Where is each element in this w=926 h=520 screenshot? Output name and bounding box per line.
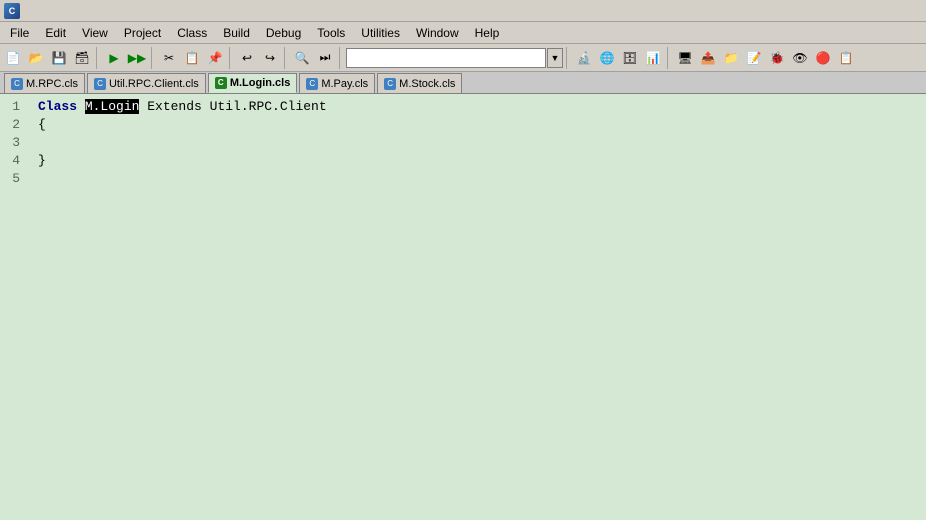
sep1 <box>96 47 100 69</box>
project-button[interactable]: 📁 <box>720 47 742 69</box>
code-token: Extends Util.RPC.Client <box>139 99 326 114</box>
code-line-5 <box>38 170 922 188</box>
find-button[interactable]: 🔍 <box>291 47 313 69</box>
classname-highlight-token: M.Login <box>85 99 140 114</box>
line-num-3: 3 <box>0 134 26 152</box>
tab-M-Stock-cls[interactable]: CM.Stock.cls <box>377 73 462 93</box>
sep5 <box>339 47 343 69</box>
cut-button[interactable]: ✂ <box>158 47 180 69</box>
class-dropdown[interactable] <box>346 48 546 68</box>
save-all-button[interactable]: 🗃 <box>71 47 93 69</box>
menu-item-help[interactable]: Help <box>467 24 508 42</box>
code-token: { <box>38 117 46 132</box>
sep3 <box>229 47 233 69</box>
sep6 <box>566 47 570 69</box>
tab-label: M.Pay.cls <box>321 78 368 90</box>
line-num-5: 5 <box>0 170 26 188</box>
tab-label: Util.RPC.Client.cls <box>109 78 199 90</box>
code-line-1: Class M.Login Extends Util.RPC.Client <box>38 98 922 116</box>
tab-label: M.Stock.cls <box>399 78 455 90</box>
menu-item-tools[interactable]: Tools <box>309 24 353 42</box>
tab-M-Pay-cls[interactable]: CM.Pay.cls <box>299 73 375 93</box>
title-bar: C <box>0 0 926 22</box>
compile-button[interactable]: ▶ <box>103 47 125 69</box>
menu-bar: FileEditViewProjectClassBuildDebugToolsU… <box>0 22 926 44</box>
tab-icon: C <box>11 78 23 90</box>
menu-item-file[interactable]: File <box>2 24 37 42</box>
tabs-bar: CM.RPC.clsCUtil.RPC.Client.clsCM.Login.c… <box>0 72 926 94</box>
tab-label: M.Login.cls <box>230 77 291 89</box>
undo-button[interactable]: ↩ <box>236 47 258 69</box>
tab-icon: C <box>215 77 227 89</box>
tab-M-RPC-cls[interactable]: CM.RPC.cls <box>4 73 85 93</box>
watch-button[interactable]: 👁 <box>789 47 811 69</box>
inspector-button[interactable]: 🔬 <box>573 47 595 69</box>
compile-all-button[interactable]: ▶▶ <box>126 47 148 69</box>
templates-button[interactable]: 📝 <box>743 47 765 69</box>
tab-label: M.RPC.cls <box>26 78 78 90</box>
sep2 <box>151 47 155 69</box>
menu-item-view[interactable]: View <box>74 24 116 42</box>
menu-item-project[interactable]: Project <box>116 24 169 42</box>
menu-item-build[interactable]: Build <box>215 24 258 42</box>
tab-icon: C <box>306 78 318 90</box>
menu-item-window[interactable]: Window <box>408 24 467 42</box>
app-icon: C <box>4 3 20 19</box>
code-line-4: } <box>38 152 922 170</box>
callstack-button[interactable]: 📋 <box>835 47 857 69</box>
output-button[interactable]: 📤 <box>697 47 719 69</box>
keyword-token: Class <box>38 99 85 114</box>
tab-icon: C <box>94 78 106 90</box>
code-token: } <box>38 153 46 168</box>
new-button[interactable]: 📄 <box>2 47 24 69</box>
tab-icon: C <box>384 78 396 90</box>
menu-item-debug[interactable]: Debug <box>258 24 309 42</box>
breakpoints-button[interactable]: 🔴 <box>812 47 834 69</box>
open-button[interactable]: 📂 <box>25 47 47 69</box>
globals-button[interactable]: 🗄 <box>619 47 641 69</box>
debug-button[interactable]: 🐞 <box>766 47 788 69</box>
sep4 <box>284 47 288 69</box>
tab-Util-RPC-Client-cls[interactable]: CUtil.RPC.Client.cls <box>87 73 206 93</box>
redo-button[interactable]: ↪ <box>259 47 281 69</box>
line-num-4: 4 <box>0 152 26 170</box>
line-num-1: 1 <box>0 98 26 116</box>
line-numbers: 12345 <box>0 94 30 520</box>
toolbar: 📄 📂 💾 🗃 ▶ ▶▶ ✂ 📋 📌 ↩ ↪ 🔍 ⏭ ▼ 🔬 🌐 🗄 📊 🖥 📤… <box>0 44 926 72</box>
code-line-2: { <box>38 116 922 134</box>
menu-item-edit[interactable]: Edit <box>37 24 74 42</box>
copy-button[interactable]: 📋 <box>181 47 203 69</box>
editor: 12345 Class M.Login Extends Util.RPC.Cli… <box>0 94 926 520</box>
paste-button[interactable]: 📌 <box>204 47 226 69</box>
sep7 <box>667 47 671 69</box>
class-dropdown-arrow[interactable]: ▼ <box>547 48 563 68</box>
menu-item-class[interactable]: Class <box>169 24 215 42</box>
browser-button[interactable]: 🌐 <box>596 47 618 69</box>
menu-item-utilities[interactable]: Utilities <box>353 24 408 42</box>
workspace-button[interactable]: 🖥 <box>674 47 696 69</box>
tab-M-Login-cls[interactable]: CM.Login.cls <box>208 73 298 93</box>
line-num-2: 2 <box>0 116 26 134</box>
find-next-button[interactable]: ⏭ <box>314 47 336 69</box>
code-line-3 <box>38 134 922 152</box>
save-button[interactable]: 💾 <box>48 47 70 69</box>
code-area[interactable]: Class M.Login Extends Util.RPC.Client{} <box>30 94 926 520</box>
query-button[interactable]: 📊 <box>642 47 664 69</box>
